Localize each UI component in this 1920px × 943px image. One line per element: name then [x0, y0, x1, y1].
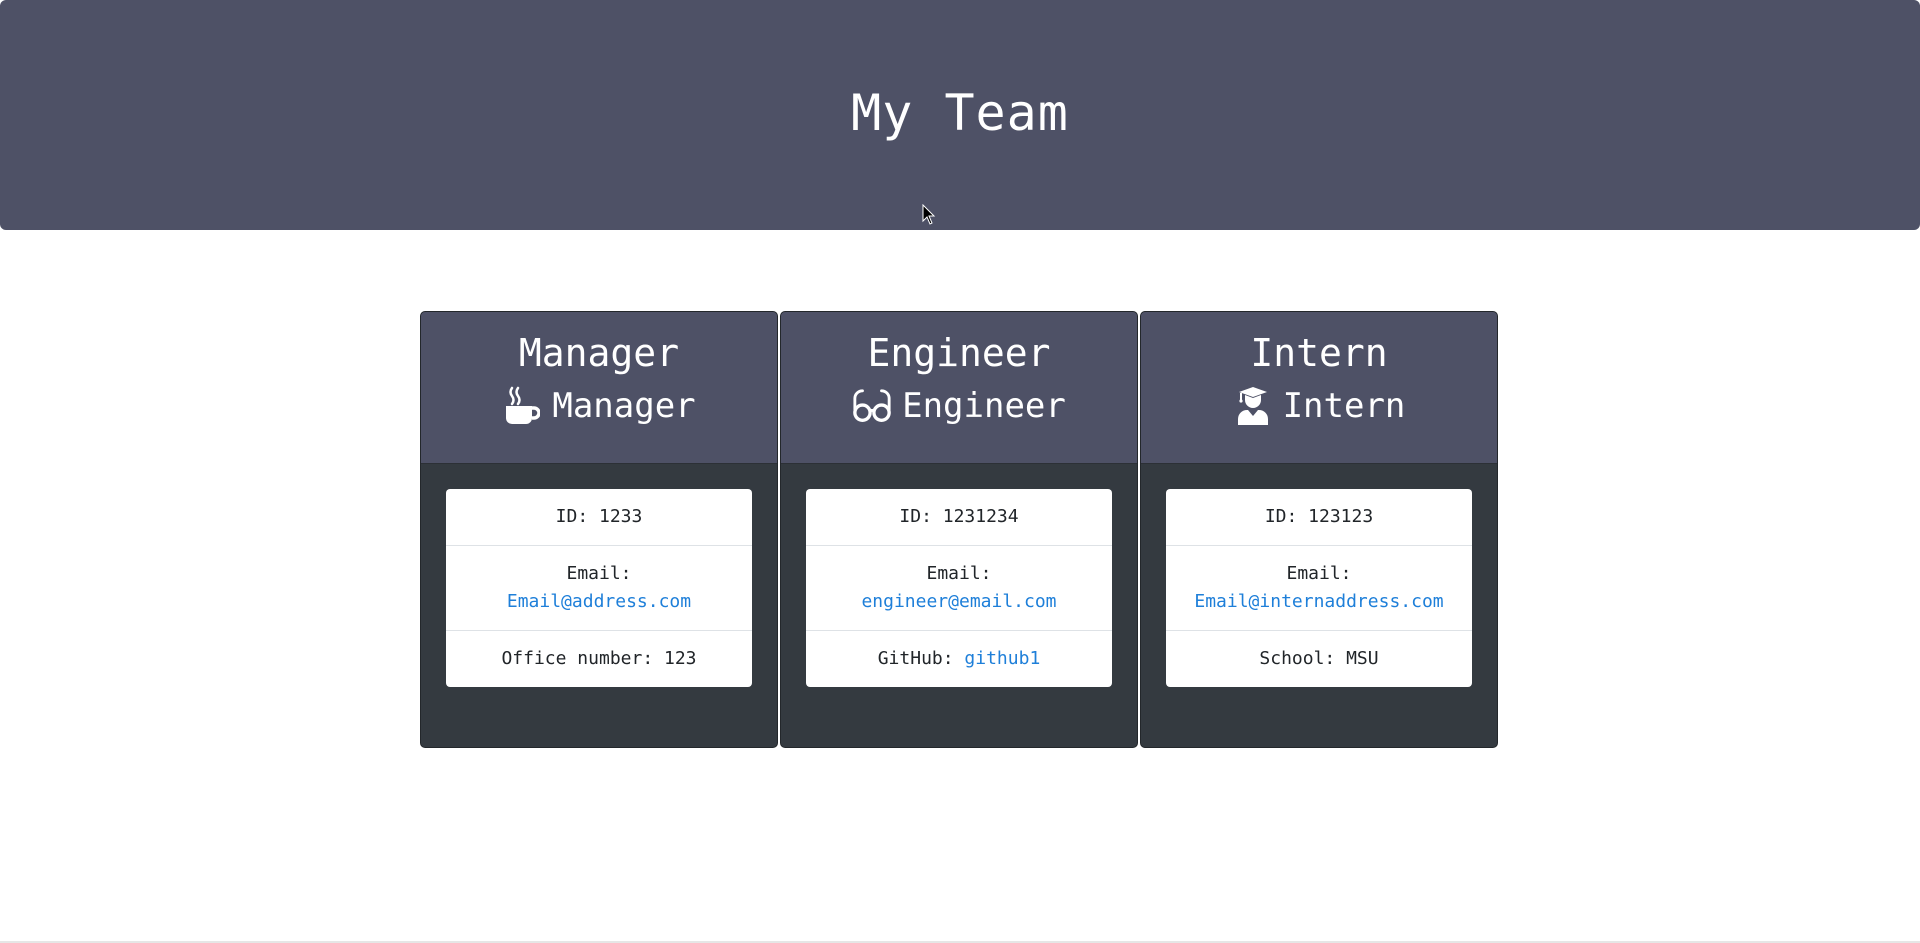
card-role: Engineer	[781, 384, 1137, 428]
info-list: ID: 1231234 Email: engineer@email.com Gi…	[806, 489, 1112, 687]
engineer-card: Engineer Engineer ID: 1231234 Email: eng…	[780, 311, 1138, 748]
card-role: Intern	[1141, 384, 1497, 428]
header-banner: My Team	[0, 0, 1920, 230]
email-item: Email: Email@internaddress.com	[1166, 546, 1472, 631]
card-body: ID: 1231234 Email: engineer@email.com Gi…	[781, 464, 1137, 712]
card-header: Intern Intern	[1141, 312, 1497, 464]
github-link[interactable]: github1	[964, 648, 1040, 669]
card-header: Manager Manager	[421, 312, 777, 464]
email-label: Email:	[926, 563, 992, 584]
school-item: School: MSU	[1259, 648, 1379, 669]
github-label: GitHub:	[877, 648, 965, 669]
card-role-label: Manager	[552, 386, 696, 426]
email-item: Email: Email@address.com	[446, 546, 752, 631]
card-title: Intern	[1250, 331, 1388, 375]
card-body: ID: 123123 Email: Email@internaddress.co…	[1141, 464, 1497, 712]
card-role: Manager	[421, 384, 777, 428]
email-link[interactable]: Email@address.com	[507, 591, 691, 612]
intern-card: Intern Intern ID: 123123 Email: Email@in…	[1140, 311, 1498, 748]
email-label: Email:	[1286, 563, 1352, 584]
card-role-label: Engineer	[902, 386, 1066, 426]
id-item: ID: 1231234	[806, 489, 1112, 546]
id-item: ID: 123123	[1166, 489, 1472, 546]
card-title: Manager	[518, 331, 680, 375]
email-link[interactable]: Email@internaddress.com	[1194, 591, 1443, 612]
card-header: Engineer Engineer	[781, 312, 1137, 464]
info-list: ID: 1233 Email: Email@address.com Office…	[446, 489, 752, 687]
card-body: ID: 1233 Email: Email@address.com Office…	[421, 464, 777, 712]
info-list: ID: 123123 Email: Email@internaddress.co…	[1166, 489, 1472, 687]
card-title: Engineer	[867, 331, 1051, 375]
office-number-item: Office number: 123	[501, 648, 697, 669]
mug-hot-icon	[502, 386, 542, 426]
email-link[interactable]: engineer@email.com	[861, 591, 1056, 612]
id-item: ID: 1233	[446, 489, 752, 546]
card-role-label: Intern	[1282, 386, 1406, 426]
page-title: My Team	[851, 84, 1069, 142]
manager-card: Manager Manager ID: 1233 Email: Email@ad…	[420, 311, 778, 748]
glasses-icon	[852, 386, 892, 426]
github-item: GitHub: github1	[806, 631, 1112, 687]
mouse-cursor-icon	[922, 204, 936, 225]
user-graduate-icon	[1233, 386, 1273, 426]
email-item: Email: engineer@email.com	[806, 546, 1112, 631]
email-label: Email:	[566, 563, 632, 584]
team-container: Manager Manager ID: 1233 Email: Email@ad…	[420, 311, 1500, 748]
